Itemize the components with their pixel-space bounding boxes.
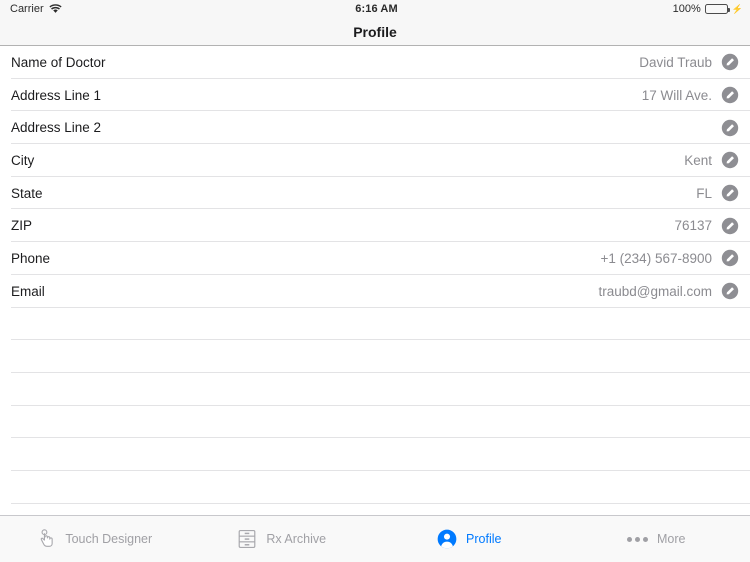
file-cabinet-icon (236, 528, 258, 550)
tab-touch-designer[interactable]: Touch Designer (0, 516, 188, 562)
battery-percent-label: 100% (672, 3, 701, 15)
table-row-empty (0, 471, 750, 504)
profile-table: Name of Doctor David Traub Address Line … (0, 46, 750, 515)
pencil-edit-icon[interactable] (721, 151, 739, 169)
table-row[interactable]: Address Line 1 17 Will Ave. (0, 79, 750, 112)
ellipsis-icon (627, 528, 649, 550)
table-row-empty (0, 406, 750, 439)
status-bar-left: Carrier (10, 3, 355, 15)
tab-rx-archive[interactable]: Rx Archive (188, 516, 376, 562)
pencil-edit-icon[interactable] (721, 184, 739, 202)
pencil-edit-icon[interactable] (721, 249, 739, 267)
pencil-edit-icon[interactable] (721, 119, 739, 137)
row-value: FL (696, 185, 712, 201)
lightning-bolt-icon: ⚡ (731, 4, 744, 14)
table-row[interactable]: Address Line 2 (0, 111, 750, 144)
table-row[interactable]: Name of Doctor David Traub (0, 46, 750, 79)
pencil-edit-icon[interactable] (721, 86, 739, 104)
row-value: +1 (234) 567-8900 (600, 250, 712, 266)
status-bar-right: 100% ⚡ (398, 3, 743, 15)
battery-icon (704, 4, 730, 14)
table-row-empty (0, 438, 750, 471)
table-row-empty (0, 340, 750, 373)
pencil-edit-icon[interactable] (721, 217, 739, 235)
tap-hand-icon (35, 528, 57, 550)
app-screen: Carrier 6:16 AM 100% ⚡ Profile Name of D… (0, 0, 750, 562)
tab-profile[interactable]: Profile (375, 516, 563, 562)
row-label: Name of Doctor (11, 54, 106, 70)
table-row-empty (0, 308, 750, 341)
row-value: traubd@gmail.com (598, 283, 713, 299)
pencil-edit-icon[interactable] (721, 282, 739, 300)
row-label: ZIP (11, 218, 33, 234)
carrier-label: Carrier (10, 3, 44, 15)
row-label: Address Line 2 (11, 120, 102, 136)
row-value: 76137 (674, 218, 712, 234)
table-row-empty (0, 373, 750, 406)
page-title: Profile (353, 23, 397, 40)
row-label: City (11, 152, 35, 168)
row-label: Phone (11, 250, 51, 266)
tab-label: Rx Archive (266, 532, 327, 546)
row-label: Email (11, 283, 45, 299)
tab-bar: Touch Designer Rx Archive Profile More (0, 515, 750, 562)
row-value: David Traub (639, 54, 712, 70)
tab-label: More (657, 532, 686, 546)
table-row[interactable]: Email traubd@gmail.com (0, 275, 750, 308)
table-row[interactable]: State FL (0, 177, 750, 210)
table-row[interactable]: City Kent (0, 144, 750, 177)
pencil-edit-icon[interactable] (721, 53, 739, 71)
row-value: 17 Will Ave. (641, 87, 712, 103)
tab-more[interactable]: More (563, 516, 750, 562)
row-label: Address Line 1 (11, 87, 102, 103)
table-row[interactable]: ZIP 76137 (0, 209, 750, 242)
row-value: Kent (684, 152, 712, 168)
nav-bar: Profile (0, 18, 750, 46)
person-circle-icon (436, 528, 458, 550)
row-label: State (11, 185, 43, 201)
status-bar-clock: 6:16 AM (355, 3, 398, 15)
tab-label: Profile (466, 532, 502, 546)
wifi-icon (49, 4, 62, 14)
table-row[interactable]: Phone +1 (234) 567-8900 (0, 242, 750, 275)
status-bar: Carrier 6:16 AM 100% ⚡ (0, 0, 750, 18)
tab-label: Touch Designer (65, 532, 153, 546)
